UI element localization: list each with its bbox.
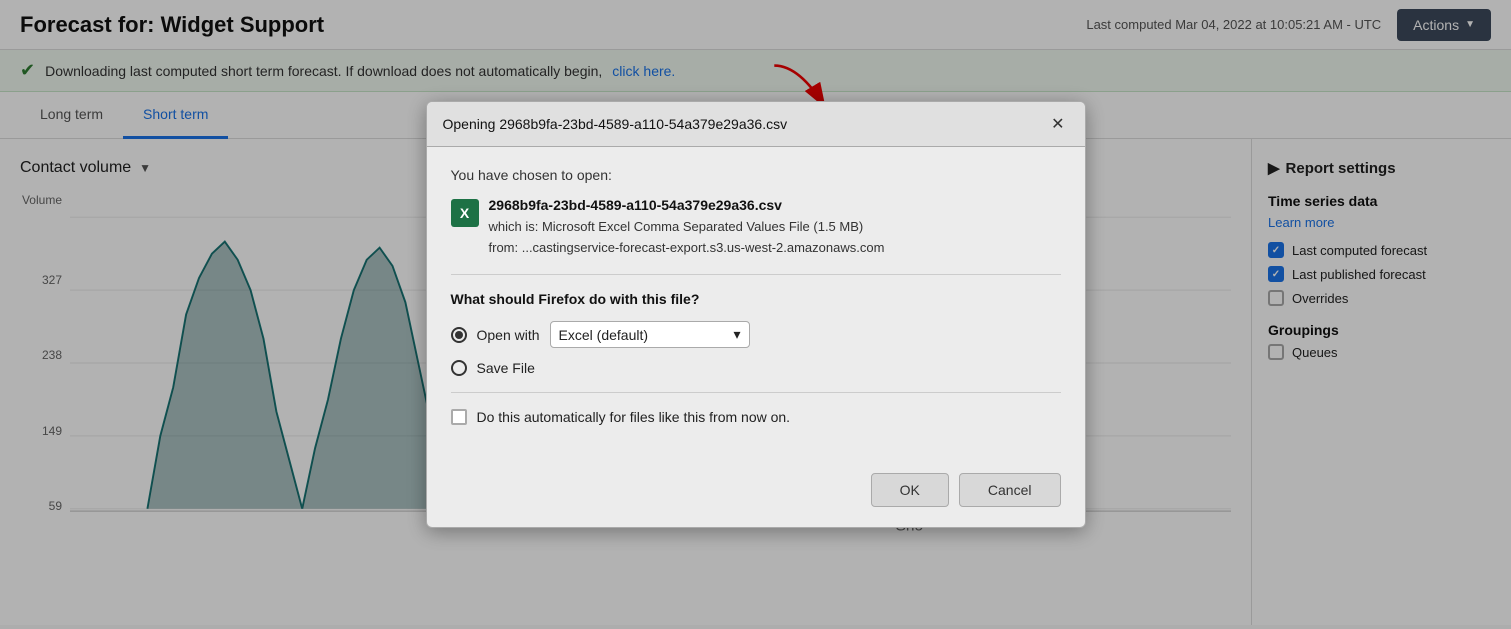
file-source: from: ...castingservice-forecast-export.… xyxy=(489,238,1061,259)
radio-inner-dot xyxy=(455,331,463,339)
open-with-app: Excel (default) xyxy=(559,327,648,343)
modal-divider-2 xyxy=(451,392,1061,393)
modal-overlay: Opening 2968b9fa-23bd-4589-a110-54a379e2… xyxy=(0,0,1511,629)
open-with-label: Open with xyxy=(477,327,540,343)
modal-title: Opening 2968b9fa-23bd-4589-a110-54a379e2… xyxy=(443,116,788,132)
cancel-button[interactable]: Cancel xyxy=(959,473,1061,507)
ok-button[interactable]: OK xyxy=(871,473,949,507)
radio-open-with[interactable] xyxy=(451,327,467,343)
file-type: which is: Microsoft Excel Comma Separate… xyxy=(489,217,1061,238)
modal-body: You have chosen to open: X 2968b9fa-23bd… xyxy=(427,147,1085,462)
file-name: 2968b9fa-23bd-4589-a110-54a379e29a36.csv xyxy=(489,197,1061,213)
file-info-box: X 2968b9fa-23bd-4589-a110-54a379e29a36.c… xyxy=(451,197,1061,259)
radio-save-file[interactable] xyxy=(451,360,467,376)
auto-checkbox-row: Do this automatically for files like thi… xyxy=(451,409,1061,425)
file-open-modal: Opening 2968b9fa-23bd-4589-a110-54a379e2… xyxy=(426,101,1086,529)
auto-checkbox[interactable] xyxy=(451,409,467,425)
excel-icon: X xyxy=(451,199,479,227)
radio-open-with-row: Open with Excel (default) ▾ xyxy=(451,321,1061,348)
modal-question: What should Firefox do with this file? xyxy=(451,291,1061,307)
auto-label: Do this automatically for files like thi… xyxy=(477,409,791,425)
modal-divider xyxy=(451,274,1061,275)
modal-close-button[interactable]: ✕ xyxy=(1047,114,1068,134)
open-with-dropdown[interactable]: Excel (default) ▾ xyxy=(550,321,750,348)
radio-save-file-row: Save File xyxy=(451,360,1061,376)
modal-header: Opening 2968b9fa-23bd-4589-a110-54a379e2… xyxy=(427,102,1085,147)
modal-subtitle: You have chosen to open: xyxy=(451,167,1061,183)
file-details: 2968b9fa-23bd-4589-a110-54a379e29a36.csv… xyxy=(489,197,1061,259)
save-file-label: Save File xyxy=(477,360,535,376)
modal-footer: OK Cancel xyxy=(427,461,1085,527)
dropdown-chevron-icon: ▾ xyxy=(734,326,741,343)
